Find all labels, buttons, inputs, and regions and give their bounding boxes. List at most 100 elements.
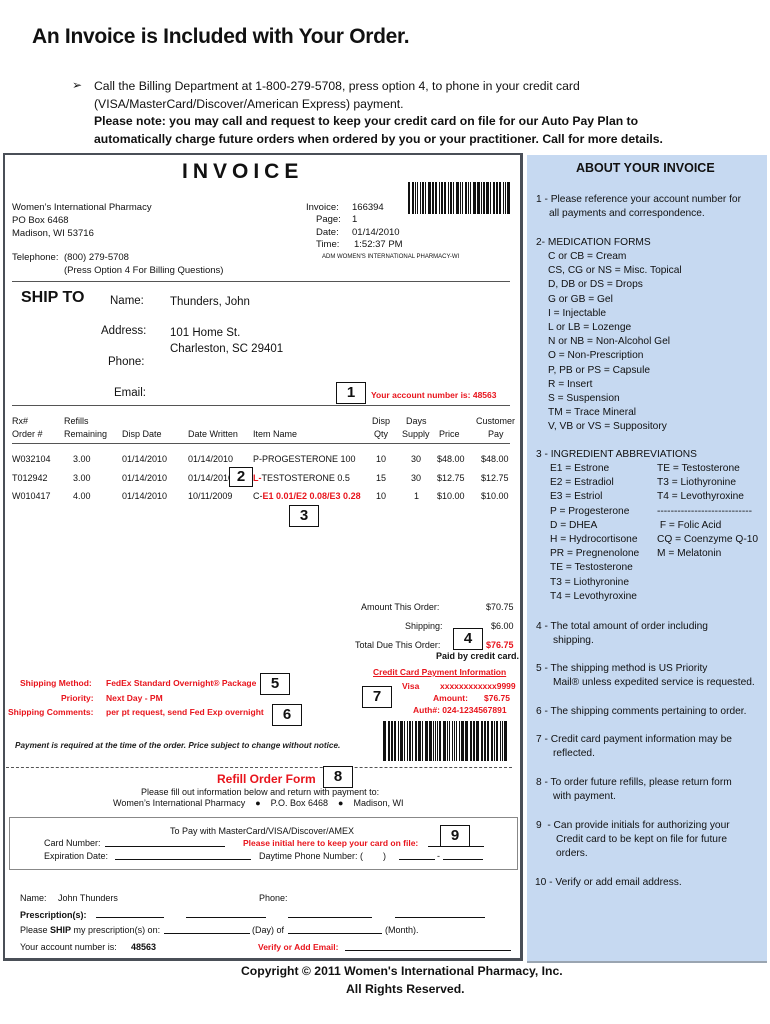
barcode-bar [503, 182, 505, 214]
barcode-bar [480, 182, 482, 214]
cell-rx: W032104 [12, 454, 51, 464]
col-header-refills: Refills [64, 416, 89, 426]
cell-qty: 10 [376, 454, 387, 464]
prescription-input-4[interactable] [395, 917, 485, 918]
cell-pay: $12.75 [481, 473, 509, 483]
about-list-item: P = Progesterone [550, 505, 630, 517]
col-header-order: Order # [12, 429, 43, 439]
barcode-bar [451, 721, 453, 761]
cell-qty: 10 [376, 491, 387, 501]
about-list-item: C or CB = Cream [548, 251, 627, 262]
barcode-icon [383, 721, 509, 761]
refill-address: Women’s International Pharmacy ● P.O. Bo… [113, 798, 404, 808]
barcode-bar [408, 721, 411, 761]
col-header-supply: Supply [402, 429, 430, 439]
barcode-bar [476, 182, 480, 214]
barcode-bar [411, 182, 414, 214]
amount-value: $70.75 [486, 602, 514, 612]
barcode-bar [495, 182, 498, 214]
phone-dash: - [437, 851, 440, 861]
barcode-bar [461, 721, 465, 761]
intro-line: Call the Billing Department at 1-800-279… [94, 79, 580, 93]
barcode-bar [455, 182, 459, 214]
shipping-label: Shipping: [405, 621, 443, 631]
prescription-input-2[interactable] [186, 917, 266, 918]
priority-value: Next Day - PM [106, 693, 163, 703]
barcode-bar [432, 721, 434, 761]
about-list-item: T4 = Levothyroxine [550, 590, 637, 602]
ship-on-label: Please SHIP my prescription(s) on: [20, 925, 161, 935]
refill-account-label: Your account number is: [20, 942, 117, 952]
about-item-6: 6 - The shipping comments pertaining to … [536, 706, 747, 717]
about-list-item: T3 = Liothyronine [657, 477, 737, 489]
barcode-bar [444, 182, 447, 214]
barcode-bar [422, 721, 423, 761]
about-list-item: CQ = Coenzyme Q-10 [657, 534, 759, 545]
ship-address-label: Address: [101, 325, 147, 337]
prescriptions-label: Prescription(s): [20, 910, 87, 920]
barcode-bar [456, 721, 458, 761]
verify-email-input[interactable] [345, 950, 511, 951]
cell-date-written: 10/11/2009 [188, 491, 233, 501]
barcode-bar [476, 721, 480, 761]
pharmacy-city: Madison, WI 53716 [12, 228, 94, 239]
ship-name-label: Name: [110, 295, 144, 307]
about-list-item: E3 = Estriol [550, 491, 603, 503]
copyright: Copyright © 2011 Women's International P… [241, 964, 563, 978]
payment-note: Payment is required at the time of the o… [15, 741, 341, 750]
refill-phone-label: Phone: [259, 893, 288, 903]
cut-line [6, 767, 512, 768]
about-list-item: ---------------------------- [657, 505, 752, 517]
month-label: (Month). [385, 925, 419, 935]
expiration-label: Expiration Date: [44, 851, 109, 861]
col-header-remaining: Remaining [64, 429, 108, 439]
barcode-bar [443, 721, 446, 761]
callout-4: 4 [453, 628, 483, 650]
page-number: 1 [352, 214, 358, 225]
cell-item-name: C-E1 0.01/E2 0.08/E3 0.28 [253, 491, 361, 501]
ship-month-input[interactable] [288, 933, 382, 934]
barcode-bar [424, 721, 428, 761]
col-header-disp-date: Disp Date [122, 429, 162, 439]
about-list-item: H = Hydrocortisone [550, 534, 638, 545]
expiration-input[interactable] [115, 859, 251, 860]
prescription-input-1[interactable] [96, 917, 164, 918]
barcode-bar [470, 182, 472, 214]
col-header-qty: Qty [374, 429, 389, 439]
about-item-7-cont: reflected. [553, 748, 595, 759]
telephone-value: (800) 279-5708 [64, 252, 129, 263]
shipping-comments: per pt request, send Fed Exp overnight [106, 707, 264, 717]
divider [12, 443, 510, 444]
pay-heading: To Pay with MasterCard/VISA/Discover/AME… [170, 826, 355, 836]
barcode-bar [387, 721, 390, 761]
shipping-method-label: Shipping Method: [20, 678, 92, 688]
invoice-number-label: Invoice: [306, 202, 339, 213]
ship-address-line2: Charleston, SC 29401 [170, 343, 284, 355]
barcode-bar [468, 182, 470, 214]
about-list-item: P, PB or PS = Capsule [548, 364, 651, 376]
about-list-item: O = Non-Prescription [548, 350, 644, 362]
phone-line-input[interactable] [443, 859, 483, 860]
about-item-5: 5 - The shipping method is US Priority [536, 663, 708, 674]
cell-disp-date: 01/14/2010 [122, 454, 168, 464]
barcode-bar [419, 182, 422, 214]
callout-2: 2 [229, 467, 253, 487]
barcode-bar [504, 721, 507, 761]
barcode-bar [459, 182, 461, 214]
phone-prefix-input[interactable] [399, 859, 435, 860]
about-item-1: 1 - Please reference your account number… [536, 194, 741, 205]
barcode-bar [418, 721, 422, 761]
about-list-item: D, DB or DS = Drops [548, 279, 643, 291]
ship-day-input[interactable] [164, 933, 250, 934]
card-number-input[interactable] [105, 846, 225, 847]
about-item-8: 8 - To order future refills, please retu… [536, 777, 732, 788]
ship-name: Thunders, John [170, 296, 250, 308]
divider [12, 405, 510, 406]
col-header-pay: Pay [488, 429, 504, 439]
callout-5: 5 [260, 673, 290, 695]
about-list-item: S = Suspension [548, 393, 620, 404]
about-item-8-cont: with payment. [553, 791, 616, 802]
cell-item-name: P-PROGESTERONE 100 [253, 454, 356, 464]
prescription-input-3[interactable] [288, 917, 372, 918]
barcode-bar [394, 721, 397, 761]
